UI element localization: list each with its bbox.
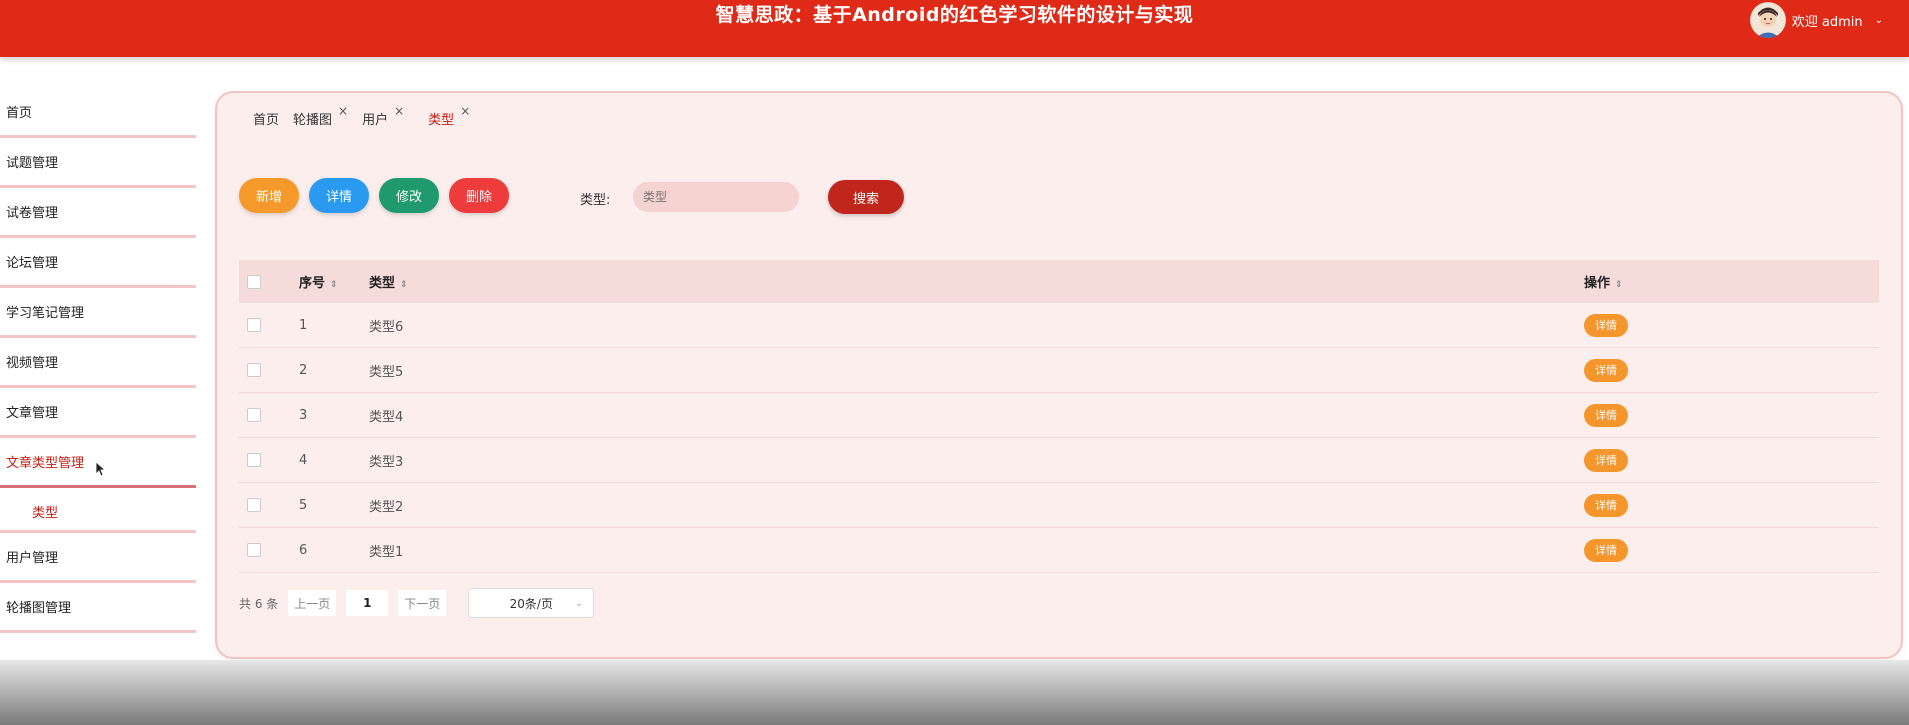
tab-home[interactable]: 首页	[253, 109, 279, 128]
sort-icon[interactable]: ⇕	[1615, 280, 1623, 290]
pagination: 共 6 条 上一页 1 下一页 20条/页 ⌄	[239, 588, 595, 618]
header-no[interactable]: 序号	[299, 276, 325, 291]
user-menu[interactable]: 欢迎 admin ⌄	[1749, 1, 1883, 39]
row-checkbox[interactable]	[247, 498, 261, 512]
row-checkbox[interactable]	[247, 363, 261, 377]
next-page-button[interactable]: 下一页	[398, 590, 447, 616]
row-detail-button[interactable]: 详情	[1584, 448, 1628, 472]
row-type: 类型1	[369, 544, 404, 560]
row-checkbox[interactable]	[247, 318, 261, 332]
edit-button[interactable]: 修改	[379, 178, 439, 213]
sidebar-item-articles[interactable]: 文章管理	[0, 388, 196, 438]
close-icon[interactable]: ×	[394, 104, 404, 128]
close-icon[interactable]: ×	[460, 104, 470, 128]
table-row: 2 类型5 详情	[239, 348, 1879, 393]
tab-label: 首页	[253, 113, 280, 128]
user-avatar[interactable]	[1749, 2, 1786, 38]
row-checkbox[interactable]	[247, 453, 261, 467]
row-no: 4	[299, 452, 308, 468]
table-row: 3 类型4 详情	[239, 393, 1879, 438]
row-detail-button[interactable]: 详情	[1584, 358, 1628, 382]
row-type: 类型5	[369, 364, 404, 380]
row-no: 3	[299, 407, 308, 423]
prev-page-button[interactable]: 上一页	[288, 590, 337, 616]
sidebar-item-users[interactable]: 用户管理	[0, 533, 196, 583]
sort-icon[interactable]: ⇕	[400, 280, 408, 290]
row-type: 类型4	[369, 409, 404, 425]
tab-label: 轮播图	[293, 113, 333, 128]
tab-users[interactable]: 用户 ×	[362, 104, 404, 128]
row-detail-button[interactable]: 详情	[1584, 538, 1628, 562]
delete-button[interactable]: 删除	[449, 178, 509, 213]
sidebar-subitem-type[interactable]: 类型	[0, 488, 196, 533]
sidebar-item-home[interactable]: 首页	[0, 88, 196, 138]
row-no: 2	[299, 362, 308, 378]
bottom-gradient	[0, 660, 1909, 725]
app-title: 智慧思政：基于Android的红色学习软件的设计与实现	[715, 4, 1194, 26]
search-label: 类型:	[580, 193, 611, 208]
total-count: 共 6 条	[239, 596, 279, 611]
sidebar-item-papers[interactable]: 试卷管理	[0, 188, 196, 238]
search-input[interactable]	[633, 182, 799, 212]
search-button[interactable]: 搜索	[828, 180, 904, 214]
row-no: 5	[299, 497, 308, 513]
close-icon[interactable]: ×	[338, 104, 348, 128]
tab-label: 用户	[362, 113, 389, 128]
row-no: 6	[299, 542, 308, 558]
row-type: 类型2	[369, 499, 404, 515]
sort-icon[interactable]: ⇕	[330, 280, 338, 290]
chevron-down-icon[interactable]: ⌄	[1875, 15, 1883, 26]
row-checkbox[interactable]	[247, 408, 261, 422]
welcome-text: 欢迎 admin	[1791, 14, 1863, 30]
row-detail-button[interactable]: 详情	[1584, 403, 1628, 427]
sidebar-item-videos[interactable]: 视频管理	[0, 338, 196, 388]
select-all-checkbox[interactable]	[247, 274, 261, 289]
tab-type[interactable]: 类型 ×	[428, 104, 470, 128]
add-button[interactable]: 新增	[239, 178, 299, 213]
mouse-cursor-icon	[95, 461, 107, 477]
header-ops[interactable]: 操作	[1584, 276, 1610, 291]
tab-carousel[interactable]: 轮播图 ×	[293, 104, 348, 128]
row-type: 类型6	[369, 319, 404, 335]
sidebar-item-questions[interactable]: 试题管理	[0, 138, 196, 188]
detail-button[interactable]: 详情	[309, 178, 369, 213]
row-detail-button[interactable]: 详情	[1584, 313, 1628, 337]
page-size-select[interactable]: 20条/页 ⌄	[468, 588, 595, 618]
table-row: 5 类型2 详情	[239, 483, 1879, 528]
action-buttons: 新增 详情 修改 删除	[239, 178, 519, 213]
data-table: 序号 ⇕ 类型 ⇕ 操作 ⇕ 1 类型6 详情 2 类型5 详情 3 类型4 详情 4…	[239, 260, 1879, 573]
table-row: 4 类型3 详情	[239, 438, 1879, 483]
sidebar-item-carousel[interactable]: 轮播图管理	[0, 583, 196, 633]
table-row: 1 类型6 详情	[239, 303, 1879, 348]
row-checkbox[interactable]	[247, 543, 261, 557]
row-no: 1	[299, 317, 308, 333]
sidebar-menu: 首页 试题管理 试卷管理 论坛管理 学习笔记管理 视频管理 文章管理 文章类型管…	[0, 88, 196, 633]
content-panel: 首页 轮播图 × 用户 × 类型 × 新增 详情 修改 删除 类型: 搜索 序号 ⇕ 类…	[217, 93, 1901, 657]
chevron-down-icon: ⌄	[574, 597, 584, 609]
row-detail-button[interactable]: 详情	[1584, 493, 1628, 517]
sidebar-item-notes[interactable]: 学习笔记管理	[0, 288, 196, 338]
table-header: 序号 ⇕ 类型 ⇕ 操作 ⇕	[239, 260, 1879, 303]
table-row: 6 类型1 详情	[239, 528, 1879, 573]
sidebar-item-forum[interactable]: 论坛管理	[0, 238, 196, 288]
page-size-value: 20条/页	[509, 596, 553, 611]
page-number[interactable]: 1	[346, 590, 389, 616]
row-type: 类型3	[369, 454, 404, 470]
top-header: 智慧思政：基于Android的红色学习软件的设计与实现 欢迎 admin ⌄	[0, 0, 1909, 57]
tab-bar: 首页 轮播图 × 用户 × 类型 ×	[253, 104, 484, 128]
tab-label: 类型	[428, 113, 455, 128]
header-type[interactable]: 类型	[369, 276, 395, 291]
